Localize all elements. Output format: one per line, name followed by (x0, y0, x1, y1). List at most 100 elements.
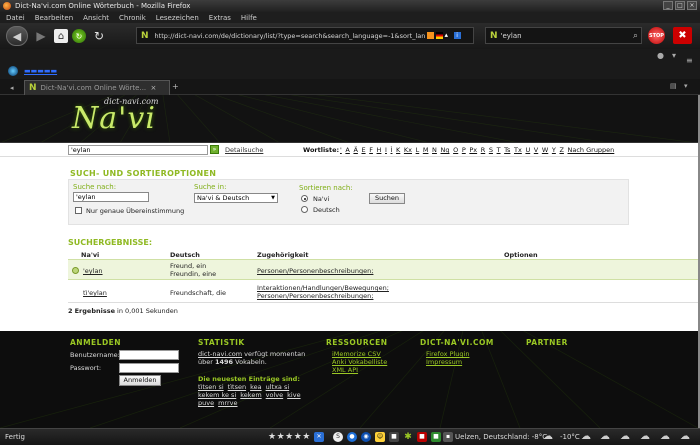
newest-entry-link[interactable]: volve (266, 391, 283, 399)
maximize-button[interactable]: □ (675, 1, 685, 10)
search-bar[interactable]: N 'eylan ⌕ (485, 27, 642, 44)
leaf-icon[interactable]: ✱ (403, 432, 413, 442)
rating-stars[interactable]: ★★★★★ (268, 432, 311, 442)
menu-lesezeichen[interactable]: Lesezeichen (156, 14, 199, 22)
addon-button[interactable]: ↻ (72, 29, 86, 43)
letter-link[interactable]: A (345, 146, 349, 154)
firefox-plugin-link[interactable]: Firefox Plugin (426, 350, 469, 358)
result-group-link[interactable]: Personen/Personenbeschreibungen; (257, 292, 373, 300)
bookmark-star-icon[interactable]: ▴ (445, 32, 452, 39)
newest-entry-link[interactable]: kive (287, 391, 300, 399)
tab-close-icon[interactable]: × (151, 84, 157, 92)
letter-link[interactable]: W (542, 146, 548, 154)
bookmark-link[interactable]: ▬▬▬▬▬ (24, 67, 57, 75)
search-in-select[interactable]: Na'vi & Deutsch ▼ (194, 193, 278, 203)
search-submit-button[interactable]: Suchen (369, 193, 405, 204)
search-engine-icon[interactable]: N (490, 31, 498, 41)
adblock-button[interactable]: ✖ (673, 27, 692, 44)
url-bar[interactable]: N http://dict-navi.com/de/dictionary/lis… (136, 27, 474, 44)
newest-entry-link[interactable]: ultxa si (266, 383, 290, 391)
audio-icon[interactable] (72, 267, 79, 274)
letter-link[interactable]: L (416, 146, 420, 154)
resource-link[interactable]: Anki Vokabelliste (332, 358, 387, 366)
result-group-link[interactable]: Interaktionen/Handlungen/Bewegungen; (257, 284, 389, 292)
newest-entry-link[interactable]: kea (250, 383, 262, 391)
letter-link[interactable]: Ng (441, 146, 450, 154)
status-red-icon[interactable]: ■ (417, 432, 427, 442)
status-addon-icon[interactable]: ✕ (314, 432, 324, 442)
letter-link[interactable]: U (525, 146, 530, 154)
letter-link[interactable]: K (396, 146, 400, 154)
newest-entry-link[interactable]: mrrve (218, 399, 237, 407)
menu-chronik[interactable]: Chronik (119, 14, 146, 22)
newest-entry-link[interactable]: puve (198, 399, 214, 407)
letter-link[interactable]: Y (552, 146, 556, 154)
search-bar-value[interactable]: 'eylan (501, 32, 633, 40)
letter-link[interactable]: P (462, 146, 466, 154)
status-green-icon[interactable]: ■ (431, 432, 441, 442)
weather-location[interactable]: Uelzen, Deutschland: -8°C (455, 433, 547, 441)
exact-match-checkbox[interactable] (75, 207, 82, 214)
reload-button[interactable]: ↻ (90, 27, 108, 45)
menu-hilfe[interactable]: Hilfe (241, 14, 257, 22)
tab-dict-navi[interactable]: N Dict-Na'vi.com Online Wörte... × (24, 80, 170, 95)
menu-extras[interactable]: Extras (209, 14, 231, 22)
search-icon[interactable]: ⌕ (633, 31, 638, 41)
flag-icon[interactable] (435, 32, 443, 39)
quick-search-button[interactable]: » (210, 145, 219, 154)
home-button[interactable]: ⌂ (54, 29, 68, 43)
minimize-button[interactable]: _ (663, 1, 673, 10)
skype-icon[interactable]: S (333, 432, 343, 442)
status-square-icon[interactable]: ■ (389, 432, 399, 442)
stop-button[interactable]: STOP (648, 27, 665, 44)
tab-list-icon[interactable]: ▤ (670, 82, 677, 90)
forward-button[interactable]: ▶ (32, 27, 50, 45)
letter-link[interactable]: O (453, 146, 458, 154)
letter-link[interactable]: S (489, 146, 493, 154)
back-button[interactable]: ◀ (6, 26, 28, 46)
newest-entry-link[interactable]: tìtsen (228, 383, 246, 391)
site-logo[interactable]: Na'vi (72, 101, 156, 136)
letter-link[interactable]: R (481, 146, 486, 154)
toolbar-dot-icon[interactable]: ● (657, 51, 664, 60)
close-button[interactable]: × (687, 1, 697, 10)
sort-deutsch-radio[interactable] (301, 206, 308, 213)
newest-entry-link[interactable]: kekem ke si (198, 391, 236, 399)
toolbar-scroll-icon[interactable]: ≡ (686, 56, 693, 65)
newest-entry-link[interactable]: tìtsen si (198, 383, 224, 391)
letter-link[interactable]: ' (340, 146, 342, 154)
letter-link[interactable]: Px (469, 146, 477, 154)
result-group-link[interactable]: Personen/Personenbeschreibungen; (257, 267, 373, 275)
sort-navi-radio[interactable] (301, 195, 308, 202)
quick-search-input[interactable]: 'eylan (68, 145, 208, 155)
menu-bearbeiten[interactable]: Bearbeiten (35, 14, 73, 22)
letter-link[interactable]: E (361, 146, 365, 154)
resource-link[interactable]: iMemorize CSV (332, 350, 381, 358)
letter-link[interactable]: Tx (514, 146, 522, 154)
weather-temperature[interactable]: -10°C (560, 433, 580, 441)
menu-datei[interactable]: Datei (6, 14, 25, 22)
detail-search-link[interactable]: Detailsuche (225, 146, 263, 154)
letter-link[interactable]: M (423, 146, 429, 154)
by-groups-link[interactable]: Nach Gruppen (568, 146, 615, 154)
bookmark-globe-icon[interactable] (8, 66, 18, 76)
status-yellow-icon[interactable]: ☺ (375, 432, 385, 442)
rss-icon[interactable] (426, 32, 434, 39)
login-button[interactable]: Anmelden (119, 375, 161, 386)
letter-link[interactable]: I (385, 146, 387, 154)
letter-link[interactable]: Ts (504, 146, 510, 154)
result-navi-word[interactable]: 'eylan (83, 267, 103, 275)
globe-icon[interactable]: ● (347, 432, 357, 442)
new-tab-button[interactable]: + (172, 82, 179, 91)
url-text[interactable]: http://dict-navi.com/de/dictionary/list/… (155, 32, 425, 40)
username-input[interactable] (119, 350, 179, 360)
letter-link[interactable]: Z (559, 146, 563, 154)
letter-link[interactable]: Ì (391, 146, 393, 154)
result-navi-word[interactable]: tì'eylan (83, 289, 107, 297)
resource-link[interactable]: XML API (332, 366, 358, 374)
letter-link[interactable]: H (377, 146, 382, 154)
letter-link[interactable]: Kx (404, 146, 412, 154)
letter-link[interactable]: T (497, 146, 501, 154)
impressum-link[interactable]: Impressum (426, 358, 462, 366)
letter-link[interactable]: V (534, 146, 538, 154)
